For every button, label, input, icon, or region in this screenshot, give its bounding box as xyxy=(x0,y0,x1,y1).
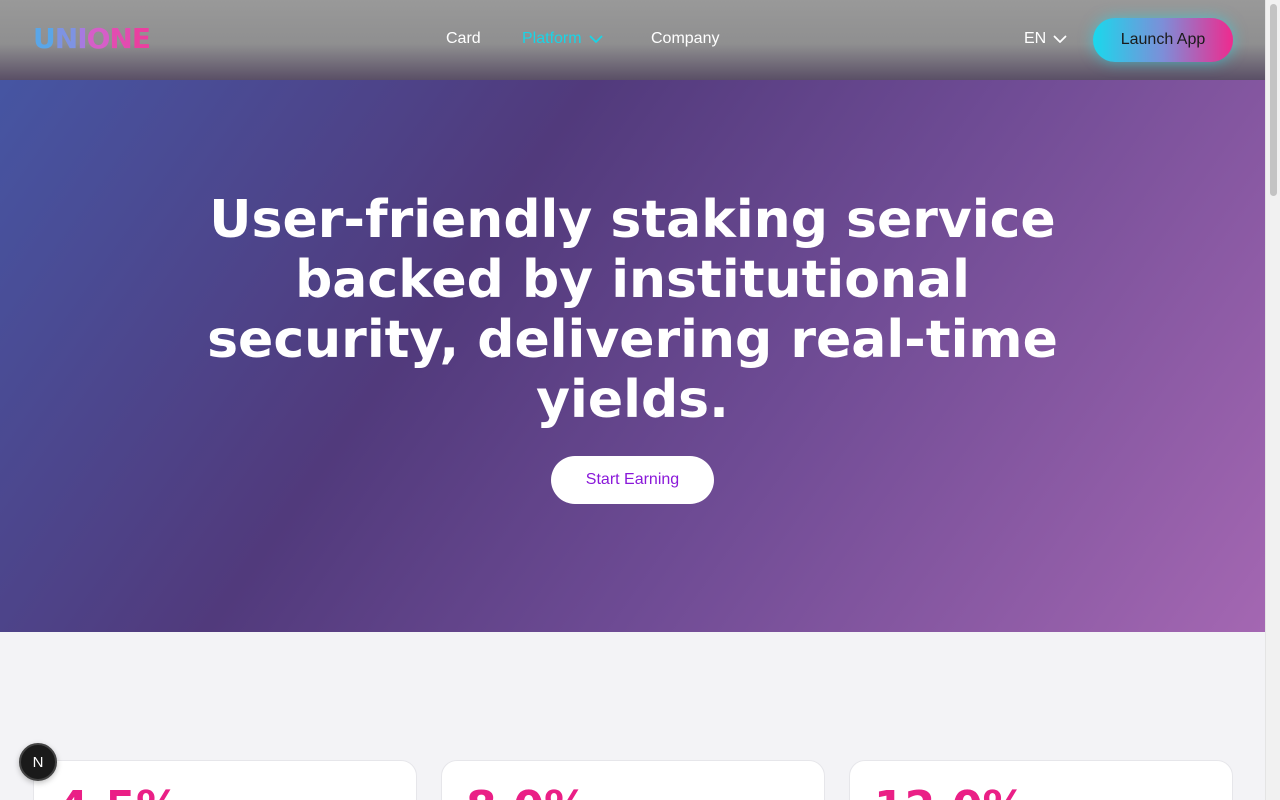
start-earning-button[interactable]: Start Earning xyxy=(551,456,714,504)
top-navigation-bar: UNIONE Card Platform Company EN Launch A… xyxy=(0,0,1265,80)
nav-company-label: Company xyxy=(651,30,720,47)
stat-card: 8.0% xyxy=(441,760,825,800)
nav-platform-dropdown[interactable]: Platform xyxy=(522,30,604,48)
stat-card: 4.5% xyxy=(33,760,417,800)
launch-app-button[interactable]: Launch App xyxy=(1093,18,1233,62)
nav-card-link[interactable]: Card xyxy=(446,30,481,48)
stat-value: 8.0% xyxy=(466,783,588,800)
scrollbar-thumb[interactable] xyxy=(1270,4,1277,196)
stat-value: 12.0% xyxy=(874,783,1027,800)
chevron-down-icon xyxy=(1052,31,1068,47)
nav-card-label: Card xyxy=(446,30,481,47)
vertical-scrollbar[interactable] xyxy=(1265,0,1280,800)
logo-letter: E xyxy=(131,22,151,55)
logo-letter: N xyxy=(54,22,78,55)
stat-card: 12.0% xyxy=(849,760,1233,800)
logo-letter: N xyxy=(109,22,132,55)
language-label: EN xyxy=(1024,30,1047,47)
nav-company-link[interactable]: Company xyxy=(651,30,719,48)
chevron-down-icon xyxy=(588,31,604,47)
unione-logo[interactable]: UNIONE xyxy=(33,22,151,55)
floating-n-badge[interactable]: N xyxy=(19,743,57,781)
language-selector[interactable]: EN xyxy=(1024,30,1068,48)
hero-section: User-friendly staking service backed by … xyxy=(0,0,1265,632)
nav-platform-label: Platform xyxy=(522,30,582,47)
logo-letter: I xyxy=(77,22,87,55)
hero-headline: User-friendly staking service backed by … xyxy=(207,190,1058,430)
logo-letter: O xyxy=(86,22,111,55)
stat-value: 4.5% xyxy=(58,783,180,800)
page: User-friendly staking service backed by … xyxy=(0,0,1280,800)
logo-letter: U xyxy=(33,22,56,55)
